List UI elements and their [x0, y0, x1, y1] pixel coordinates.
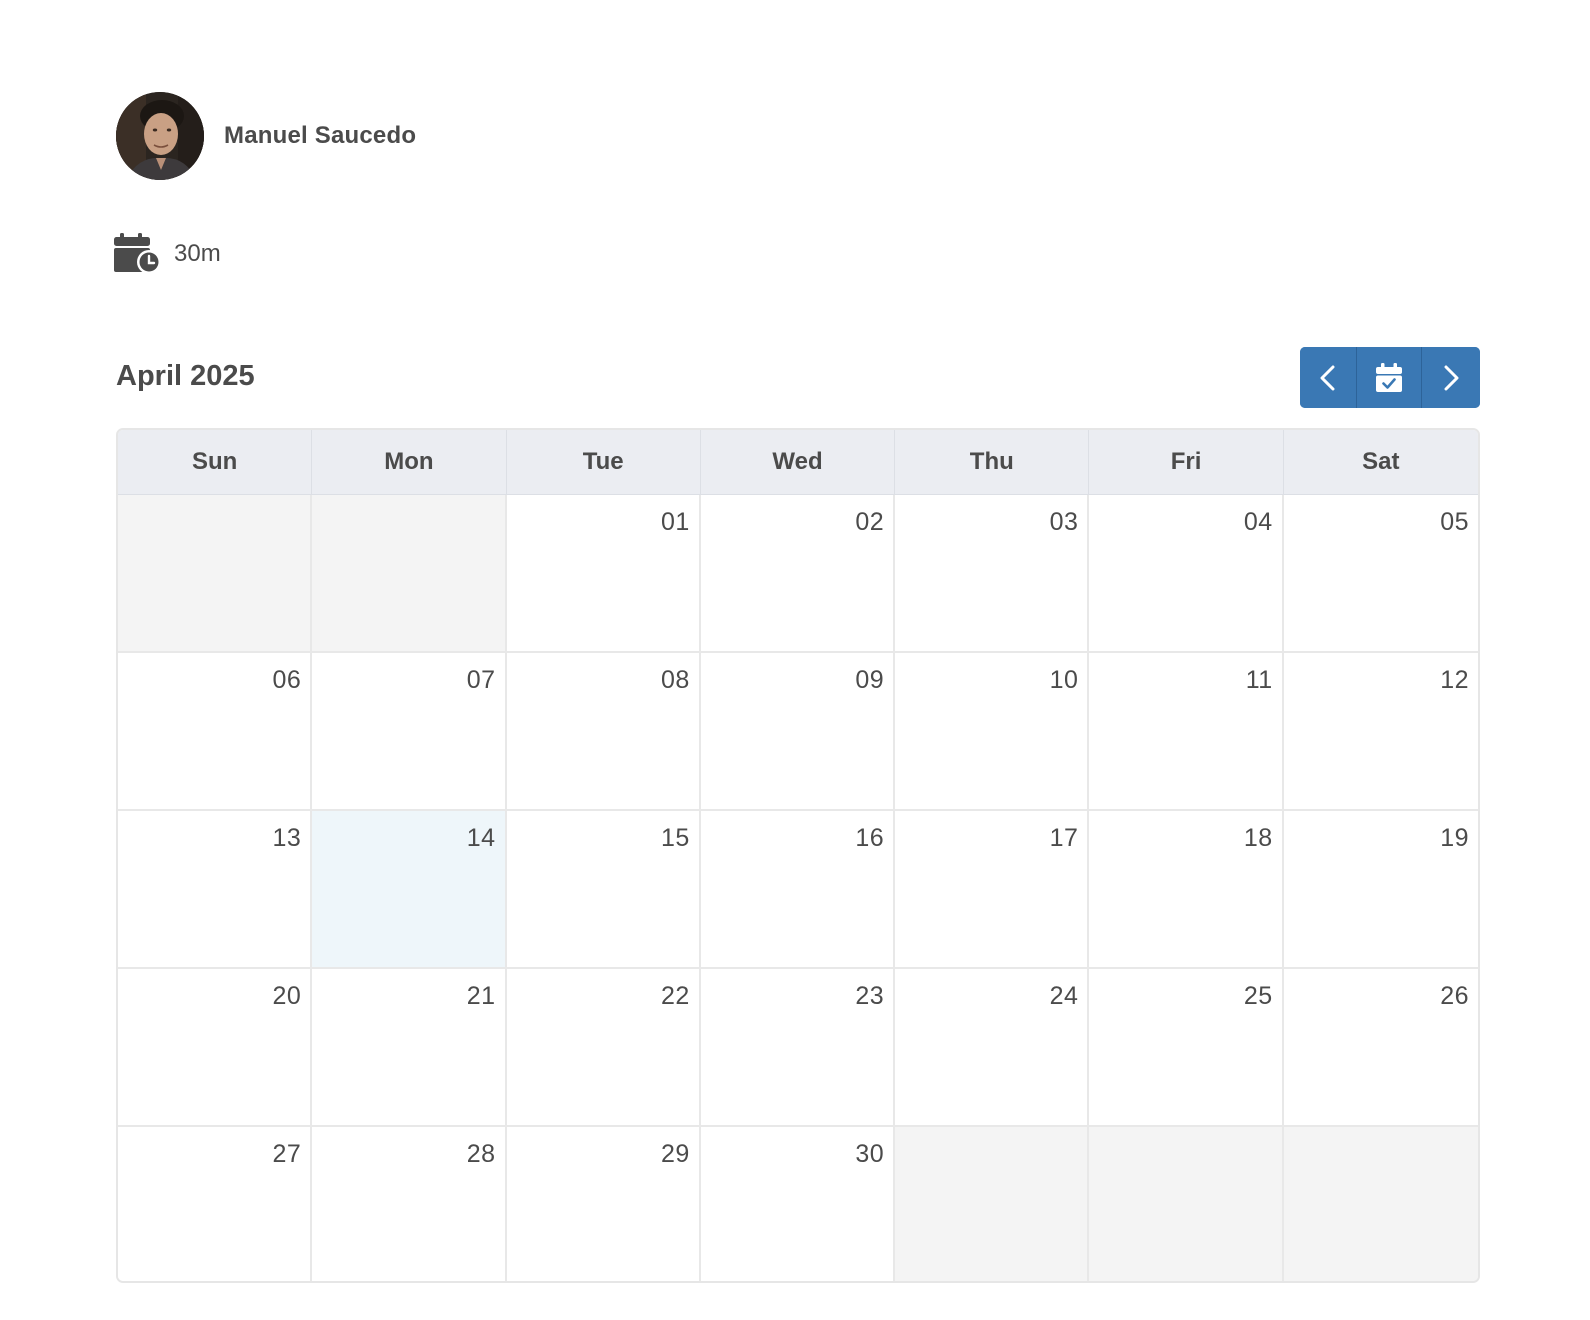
booking-page: Manuel Saucedo 30m April 2025 Sun Mon Tu… [0, 0, 1590, 1320]
day-number: 19 [1440, 824, 1469, 852]
day-cell[interactable]: 11 [1089, 653, 1284, 811]
avatar-photo [116, 92, 204, 180]
day-cell[interactable]: 08 [506, 653, 701, 811]
avatar [116, 92, 204, 180]
day-cell[interactable]: 15 [506, 811, 701, 969]
weekday-label: Thu [895, 430, 1090, 495]
day-cell[interactable]: 06 [118, 653, 313, 811]
day-grid: 01 02 03 04 05 06 07 08 09 10 11 12 13 14 15 16 17 18 19 20… [118, 495, 1478, 1281]
empty-day-cell [1283, 1127, 1478, 1281]
empty-day-cell [895, 1127, 1090, 1281]
month-title: April 2025 [116, 360, 255, 392]
day-number: 13 [272, 824, 302, 852]
empty-day-cell [1089, 1127, 1284, 1281]
day-number: 30 [855, 1140, 885, 1168]
duration-label: 30m [174, 240, 221, 267]
day-number: 12 [1440, 666, 1469, 694]
weekday-label: Fri [1089, 430, 1284, 495]
day-number: 29 [661, 1140, 690, 1168]
day-cell[interactable]: 30 [700, 1127, 896, 1281]
event-duration: 30m [114, 232, 221, 276]
day-number: 05 [1440, 508, 1469, 536]
day-cell[interactable]: 20 [118, 969, 313, 1127]
day-number: 21 [466, 982, 496, 1010]
day-number: 07 [466, 666, 496, 694]
day-cell[interactable]: 26 [1283, 969, 1478, 1127]
chevron-left-icon [1320, 365, 1335, 390]
host-info: Manuel Saucedo [116, 92, 416, 180]
calendar-clock-icon [114, 232, 162, 276]
day-cell[interactable]: 21 [312, 969, 507, 1127]
day-number: 23 [855, 982, 885, 1010]
month-calendar: Sun Mon Tue Wed Thu Fri Sat 01 02 03 04 05 06… [116, 428, 1480, 1283]
day-cell[interactable]: 09 [700, 653, 896, 811]
day-number: 09 [855, 666, 885, 694]
day-number: 17 [1049, 824, 1079, 852]
day-cell[interactable]: 25 [1089, 969, 1284, 1127]
day-cell[interactable]: 17 [895, 811, 1090, 969]
day-cell[interactable]: 12 [1283, 653, 1478, 811]
day-cell[interactable]: 05 [1283, 495, 1478, 653]
day-number: 08 [661, 666, 690, 694]
day-cell[interactable]: 02 [700, 495, 896, 653]
day-cell[interactable]: 27 [118, 1127, 313, 1281]
calendar-check-icon [1376, 362, 1402, 392]
day-number: 06 [272, 666, 302, 694]
previous-month-button[interactable] [1300, 347, 1357, 408]
day-number: 25 [1243, 982, 1273, 1010]
weekday-label: Tue [506, 430, 701, 495]
day-cell[interactable]: 29 [506, 1127, 701, 1281]
day-cell-today[interactable]: 14 [312, 811, 507, 969]
day-number: 03 [1049, 508, 1079, 536]
day-number: 18 [1243, 824, 1273, 852]
host-name: Manuel Saucedo [224, 122, 417, 149]
weekday-header: Sun Mon Tue Wed Thu Fri Sat [118, 430, 1478, 495]
day-cell[interactable]: 23 [700, 969, 896, 1127]
day-number: 22 [661, 982, 690, 1010]
day-number: 10 [1049, 666, 1079, 694]
day-number: 14 [466, 824, 496, 852]
day-number: 01 [661, 508, 690, 536]
day-cell[interactable]: 28 [312, 1127, 507, 1281]
chevron-right-icon [1444, 365, 1459, 390]
day-cell[interactable]: 24 [895, 969, 1090, 1127]
day-number: 28 [466, 1140, 496, 1168]
day-cell[interactable]: 07 [312, 653, 507, 811]
today-button[interactable] [1357, 347, 1422, 408]
day-cell[interactable]: 10 [895, 653, 1090, 811]
day-number: 15 [661, 824, 690, 852]
day-number: 26 [1440, 982, 1469, 1010]
day-number: 20 [272, 982, 302, 1010]
day-cell[interactable]: 03 [895, 495, 1090, 653]
day-cell[interactable]: 01 [506, 495, 701, 653]
next-month-button[interactable] [1422, 347, 1480, 408]
day-cell[interactable]: 22 [506, 969, 701, 1127]
day-number: 24 [1049, 982, 1079, 1010]
day-cell[interactable]: 19 [1283, 811, 1478, 969]
weekday-label: Sun [118, 430, 313, 495]
day-number: 16 [855, 824, 885, 852]
weekday-label: Sat [1283, 430, 1478, 495]
day-cell[interactable]: 16 [700, 811, 896, 969]
day-cell[interactable]: 13 [118, 811, 313, 969]
calendar-navigation [1300, 347, 1480, 408]
empty-day-cell [312, 495, 507, 653]
day-cell[interactable]: 04 [1089, 495, 1284, 653]
empty-day-cell [118, 495, 313, 653]
weekday-label: Wed [700, 430, 896, 495]
weekday-label: Mon [312, 430, 507, 495]
day-number: 11 [1245, 666, 1273, 694]
day-cell[interactable]: 18 [1089, 811, 1284, 969]
day-number: 27 [272, 1140, 302, 1168]
day-number: 04 [1243, 508, 1273, 536]
day-number: 02 [855, 508, 885, 536]
